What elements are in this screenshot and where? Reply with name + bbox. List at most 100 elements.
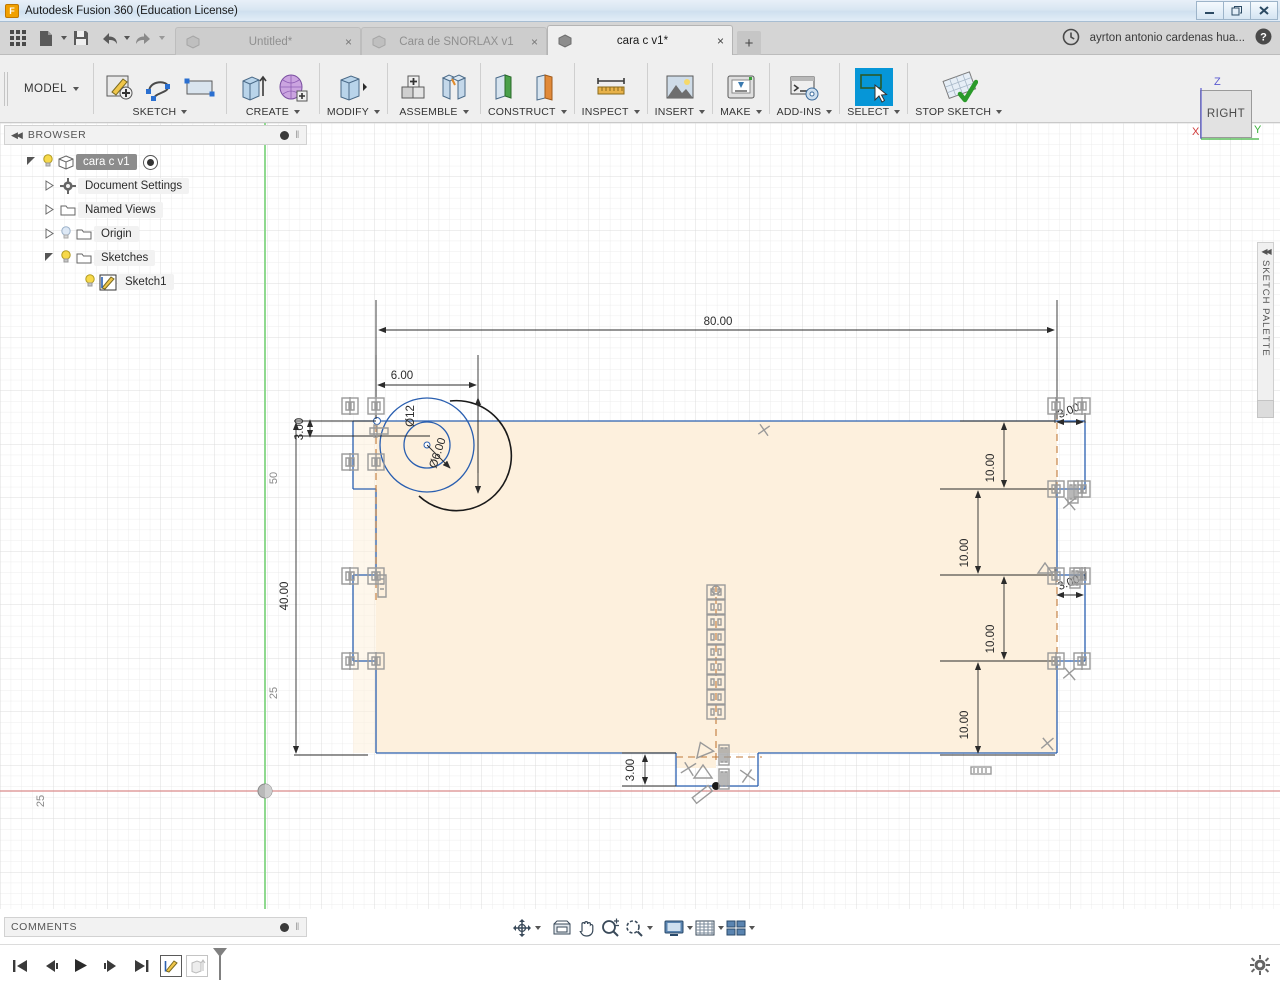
- collapse-arrow-icon[interactable]: [40, 227, 58, 241]
- grid-snaps-icon[interactable]: [693, 915, 717, 941]
- go-to-end-icon[interactable]: [130, 955, 152, 977]
- job-status-clock-icon[interactable]: [1062, 28, 1080, 49]
- restore-icon[interactable]: [1223, 1, 1251, 20]
- view-cube[interactable]: RIGHT Z Y X: [1174, 66, 1266, 144]
- chevron-down-icon[interactable]: [749, 926, 755, 930]
- sketch-palette-tab[interactable]: ◀◀ SKETCH PALETTE: [1257, 242, 1274, 412]
- chevron-down-icon[interactable]: [181, 110, 188, 114]
- timeline-controls: [0, 955, 152, 977]
- press-pull-icon[interactable]: [334, 68, 372, 106]
- sketch-profile-region[interactable]: [353, 421, 1057, 768]
- close-icon[interactable]: ×: [341, 35, 352, 49]
- tree-item-cara-c-v1[interactable]: cara c v1: [4, 150, 307, 174]
- expand-arrow-icon[interactable]: [22, 156, 40, 168]
- create-sketch-icon[interactable]: [101, 68, 139, 106]
- collapse-arrow-icon[interactable]: [40, 203, 58, 217]
- user-account-label[interactable]: ayrton antonio cardenas hua...: [1090, 32, 1245, 44]
- chevron-down-icon[interactable]: [462, 110, 469, 114]
- window-controls: [1196, 1, 1278, 20]
- 3d-print-icon[interactable]: [722, 68, 760, 106]
- tree-item-sketches[interactable]: Sketches: [4, 246, 307, 270]
- document-tab-3[interactable]: cara c v1* ×: [547, 25, 733, 55]
- fit-view-icon[interactable]: [550, 915, 574, 941]
- workspace-selector[interactable]: MODEL: [8, 55, 93, 122]
- zoom-window-icon[interactable]: [622, 915, 646, 941]
- joint-icon[interactable]: [435, 68, 473, 106]
- chevron-down-icon[interactable]: [560, 110, 567, 114]
- new-component-icon[interactable]: [395, 68, 433, 106]
- settings-gear-icon[interactable]: [1250, 955, 1270, 978]
- redo-icon[interactable]: [131, 25, 157, 51]
- orbit-icon[interactable]: [510, 915, 534, 941]
- step-forward-icon[interactable]: [100, 955, 122, 977]
- display-settings-icon[interactable]: [662, 915, 686, 941]
- select-cursor-icon[interactable]: [854, 68, 893, 106]
- chevron-down-icon[interactable]: [373, 110, 380, 114]
- rectangle-icon[interactable]: [181, 68, 219, 106]
- new-document-caret-icon[interactable]: [61, 36, 67, 40]
- add-comment-icon[interactable]: [280, 922, 290, 932]
- extrude-feature-icon[interactable]: [186, 954, 208, 977]
- scripts-addins-icon[interactable]: [785, 68, 823, 106]
- expand-arrow-icon[interactable]: [40, 252, 58, 264]
- chevron-down-icon[interactable]: [293, 110, 300, 114]
- chevron-down-icon[interactable]: [535, 926, 541, 930]
- go-to-beginning-icon[interactable]: [10, 955, 32, 977]
- help-question-icon[interactable]: ?: [1255, 28, 1272, 48]
- collapse-right-icon[interactable]: ◀◀: [1261, 247, 1271, 256]
- zoom-icon[interactable]: [598, 915, 622, 941]
- chevron-down-icon[interactable]: [699, 110, 706, 114]
- chevron-down-icon[interactable]: [72, 86, 79, 91]
- timeline-marker-icon[interactable]: [210, 947, 230, 984]
- redo-caret-icon[interactable]: [159, 36, 165, 40]
- visibility-bulb-icon[interactable]: [82, 274, 98, 290]
- collapse-left-icon[interactable]: ◀◀: [11, 130, 23, 141]
- tree-item-sketch1[interactable]: Sketch1: [4, 270, 307, 294]
- chevron-down-icon[interactable]: [894, 110, 901, 114]
- save-icon[interactable]: [68, 25, 94, 51]
- stop-sketch-check-icon[interactable]: [940, 68, 978, 106]
- comments-panel-header[interactable]: COMMENTS ‖: [4, 917, 307, 937]
- measure-ruler-icon[interactable]: [592, 68, 630, 106]
- close-icon[interactable]: ×: [713, 34, 724, 48]
- document-tab-1[interactable]: Untitled* ×: [175, 27, 361, 55]
- close-icon[interactable]: [1250, 1, 1278, 20]
- form-icon[interactable]: [274, 68, 312, 106]
- undo-caret-icon[interactable]: [124, 36, 130, 40]
- plane-icon[interactable]: [528, 68, 566, 106]
- tree-item-origin[interactable]: Origin: [4, 222, 307, 246]
- close-icon[interactable]: ×: [527, 35, 538, 49]
- scrollbar-thumb[interactable]: [1257, 400, 1274, 418]
- chevron-down-icon[interactable]: [647, 926, 653, 930]
- viewports-icon[interactable]: [724, 915, 748, 941]
- resize-grip-icon[interactable]: ‖: [295, 130, 300, 141]
- offset-plane-icon[interactable]: [488, 68, 526, 106]
- new-document-icon[interactable]: [33, 25, 59, 51]
- app-grid-icon[interactable]: [5, 25, 31, 51]
- play-icon[interactable]: [70, 955, 92, 977]
- document-tab-2[interactable]: Cara de SNORLAX v1 ×: [361, 27, 547, 55]
- pan-hand-icon[interactable]: [574, 915, 598, 941]
- step-back-icon[interactable]: [40, 955, 62, 977]
- chevron-down-icon[interactable]: [996, 110, 1003, 114]
- panel-options-icon[interactable]: [280, 130, 290, 140]
- spline-icon[interactable]: [141, 68, 179, 106]
- add-tab-button[interactable]: +: [737, 31, 761, 55]
- collapse-arrow-icon[interactable]: [40, 179, 58, 193]
- extrude-icon[interactable]: [234, 68, 272, 106]
- tree-item-named-views[interactable]: Named Views: [4, 198, 307, 222]
- timeline-bar: [0, 944, 1280, 986]
- chevron-down-icon[interactable]: [633, 110, 640, 114]
- tree-item-document-settings[interactable]: Document Settings: [4, 174, 307, 198]
- visibility-bulb-icon[interactable]: [40, 154, 56, 170]
- visibility-bulb-icon[interactable]: [58, 250, 74, 266]
- component-activate-radio[interactable]: [142, 154, 158, 170]
- resize-grip-icon[interactable]: ‖: [295, 922, 300, 933]
- visibility-bulb-off-icon[interactable]: [58, 226, 74, 242]
- minimize-icon[interactable]: [1196, 1, 1224, 20]
- chevron-down-icon[interactable]: [826, 110, 833, 114]
- insert-image-icon[interactable]: [661, 68, 699, 106]
- undo-icon[interactable]: [96, 25, 122, 51]
- chevron-down-icon[interactable]: [755, 110, 762, 114]
- sketch1-feature-icon[interactable]: [160, 954, 182, 977]
